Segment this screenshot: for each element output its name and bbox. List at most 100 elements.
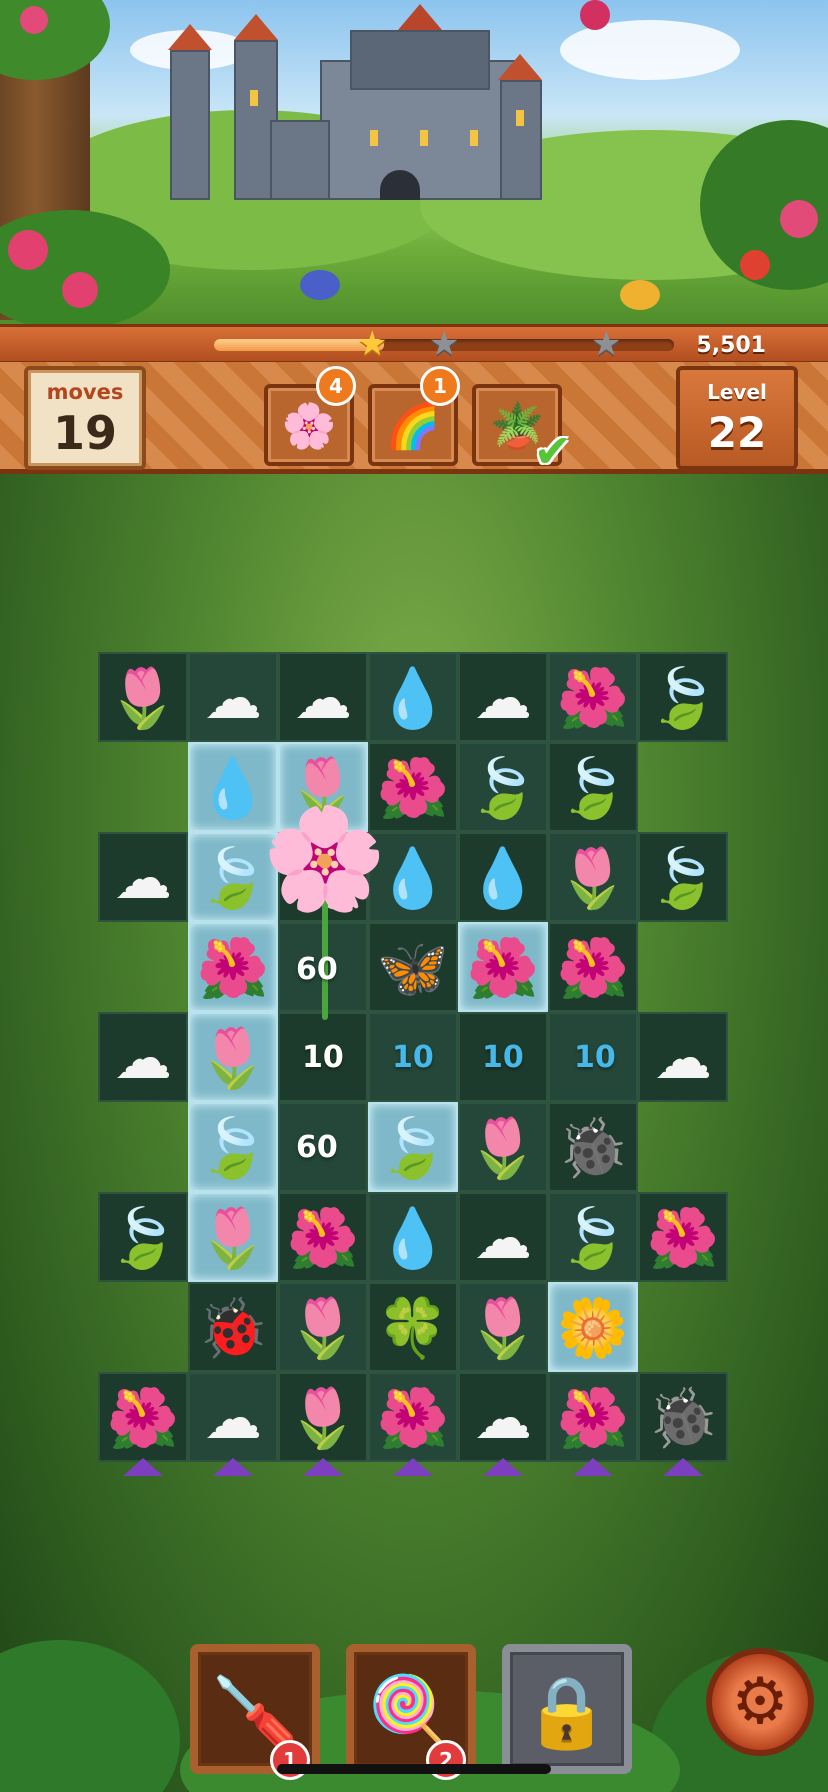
- board-cell[interactable]: ☁: [458, 1192, 548, 1282]
- goal-pink-flower: 🌸 4: [264, 366, 356, 466]
- locked-booster-button[interactable]: 🔒: [502, 1644, 632, 1774]
- leaf-icon: 🍃: [556, 1204, 630, 1272]
- cotton-icon: ☁: [204, 664, 262, 732]
- red-flower-icon: 🌺: [376, 1384, 450, 1452]
- board-cell[interactable]: 🌺: [638, 1192, 728, 1282]
- drop-icon: 💧: [376, 1204, 450, 1272]
- checkmark-icon: ✔: [533, 424, 572, 478]
- board-cell[interactable]: ☁: [278, 652, 368, 742]
- board-cell[interactable]: 🍃: [548, 1192, 638, 1282]
- cotton-icon: ☁: [114, 1024, 172, 1092]
- board-cell[interactable]: ☁: [638, 1012, 728, 1102]
- board-cell[interactable]: 🍃: [368, 1102, 458, 1192]
- board-cell[interactable]: 🍃: [548, 742, 638, 832]
- board-cell[interactable]: ☁: [188, 1372, 278, 1462]
- score-progress-bar: ★ ★ ★ 5,501: [0, 324, 828, 364]
- board-cell[interactable]: 🌺: [458, 922, 548, 1012]
- score-popup: 60: [296, 1130, 338, 1165]
- yellow-bomb-icon: 🌼: [556, 1294, 630, 1362]
- drop-target-arrow-icon: [573, 1458, 613, 1476]
- booster-count-badge: 2: [426, 1740, 466, 1780]
- cotton-icon: ☁: [204, 1384, 262, 1452]
- board-cell[interactable]: 🍃: [188, 1102, 278, 1192]
- goal-rainbow-jar: 🌈 1: [368, 366, 460, 466]
- tulip-icon: 🌷: [466, 1294, 540, 1362]
- board-cell[interactable]: 🐞: [548, 1102, 638, 1192]
- pink-flower-effect-icon: 🌸: [262, 800, 387, 917]
- board-cell[interactable]: 🍃: [98, 1192, 188, 1282]
- drop-icon: 💧: [466, 844, 540, 912]
- home-indicator[interactable]: [277, 1764, 551, 1774]
- red-flower-icon: 🌺: [106, 1384, 180, 1452]
- bug-gray-icon: 🐞: [556, 1114, 630, 1182]
- board-cell[interactable]: 🍃: [458, 742, 548, 832]
- drop-target-arrow-icon: [213, 1458, 253, 1476]
- trowel-booster-button[interactable]: 🪛 1: [190, 1644, 320, 1780]
- drop-target-arrow-icon: [393, 1458, 433, 1476]
- board-cell[interactable]: 🐞: [188, 1282, 278, 1372]
- board-cell[interactable]: 🌺: [98, 1372, 188, 1462]
- board-cell[interactable]: 🌷: [278, 1282, 368, 1372]
- board-cell[interactable]: 💧: [368, 652, 458, 742]
- level-label: Level: [707, 380, 767, 404]
- goal-count-badge: 1: [420, 366, 460, 406]
- moves-counter: moves 19: [24, 366, 146, 470]
- board-cell[interactable]: 🌺: [548, 1372, 638, 1462]
- board-cell[interactable]: ☁: [188, 652, 278, 742]
- board-cell[interactable]: 🌺: [188, 922, 278, 1012]
- leaf-icon: 🍃: [466, 754, 540, 822]
- red-flower-icon: 🌺: [556, 1384, 630, 1452]
- level-indicator: Level 22: [676, 366, 798, 470]
- board-cell[interactable]: ☁: [458, 652, 548, 742]
- tulip-icon: 🌷: [196, 1204, 270, 1272]
- score-popup: 10: [574, 1040, 616, 1075]
- bug-red-icon: 🐞: [196, 1294, 270, 1362]
- moves-label: moves: [46, 380, 124, 404]
- board-cell[interactable]: ☁: [98, 1012, 188, 1102]
- red-flower-icon: 🌺: [556, 664, 630, 732]
- score-popup: 60: [296, 952, 338, 987]
- star-1-icon: ★: [357, 324, 388, 364]
- board-cell[interactable]: 🦋: [368, 922, 458, 1012]
- board-cell[interactable]: 🌼: [548, 1282, 638, 1372]
- red-flower-icon: 🌺: [286, 1204, 360, 1272]
- swirl-candy-booster-button[interactable]: 🍭 2: [346, 1644, 476, 1780]
- board-cell[interactable]: 🌷: [458, 1282, 548, 1372]
- leaf-icon: 🍃: [556, 754, 630, 822]
- board-cell[interactable]: 🌷: [188, 1012, 278, 1102]
- cotton-icon: ☁: [474, 664, 532, 732]
- board-cell[interactable]: 🌷: [98, 652, 188, 742]
- moves-value: 19: [52, 406, 117, 460]
- red-flower-icon: 🌺: [196, 934, 270, 1002]
- board-cell[interactable]: 🌷: [188, 1192, 278, 1282]
- board-cell[interactable]: 🍃: [638, 652, 728, 742]
- board-cell[interactable]: 💧: [458, 832, 548, 922]
- rainbow-jar-icon: 🌈: [385, 401, 441, 452]
- board-cell[interactable]: 🌺: [368, 1372, 458, 1462]
- board-cell[interactable]: 🌺: [548, 922, 638, 1012]
- board-cell[interactable]: 🌷: [278, 1372, 368, 1462]
- drop-target-arrow-icon: [123, 1458, 163, 1476]
- level-value: 22: [707, 408, 767, 457]
- goal-potted-cactus: 🪴 ✔: [472, 384, 572, 478]
- settings-gear-button[interactable]: ⚙: [706, 1648, 814, 1756]
- drop-target-arrow-icon: [663, 1458, 703, 1476]
- drop-icon: 💧: [376, 664, 450, 732]
- leaf-icon: 🍃: [376, 1114, 450, 1182]
- leaf-icon: 🍃: [196, 1114, 270, 1182]
- board-cell[interactable]: 🌷: [548, 832, 638, 922]
- board-cell[interactable]: 🍀: [368, 1282, 458, 1372]
- padlock-icon: 🔒: [523, 1671, 611, 1753]
- board-cell[interactable]: ☁: [98, 832, 188, 922]
- board-cell[interactable]: 🐞: [638, 1372, 728, 1462]
- board-cell[interactable]: 🌺: [278, 1192, 368, 1282]
- leaf-icon: 🍃: [106, 1204, 180, 1272]
- leaf-icon: 🍃: [646, 844, 720, 912]
- board-cell[interactable]: 🍃: [638, 832, 728, 922]
- board-cell[interactable]: 🌺: [548, 652, 638, 742]
- board-cell[interactable]: ☁: [458, 1372, 548, 1462]
- tulip-icon: 🌷: [286, 1294, 360, 1362]
- board-cell[interactable]: 🌷: [458, 1102, 548, 1192]
- goal-count-badge: 4: [316, 366, 356, 406]
- board-cell[interactable]: 💧: [368, 1192, 458, 1282]
